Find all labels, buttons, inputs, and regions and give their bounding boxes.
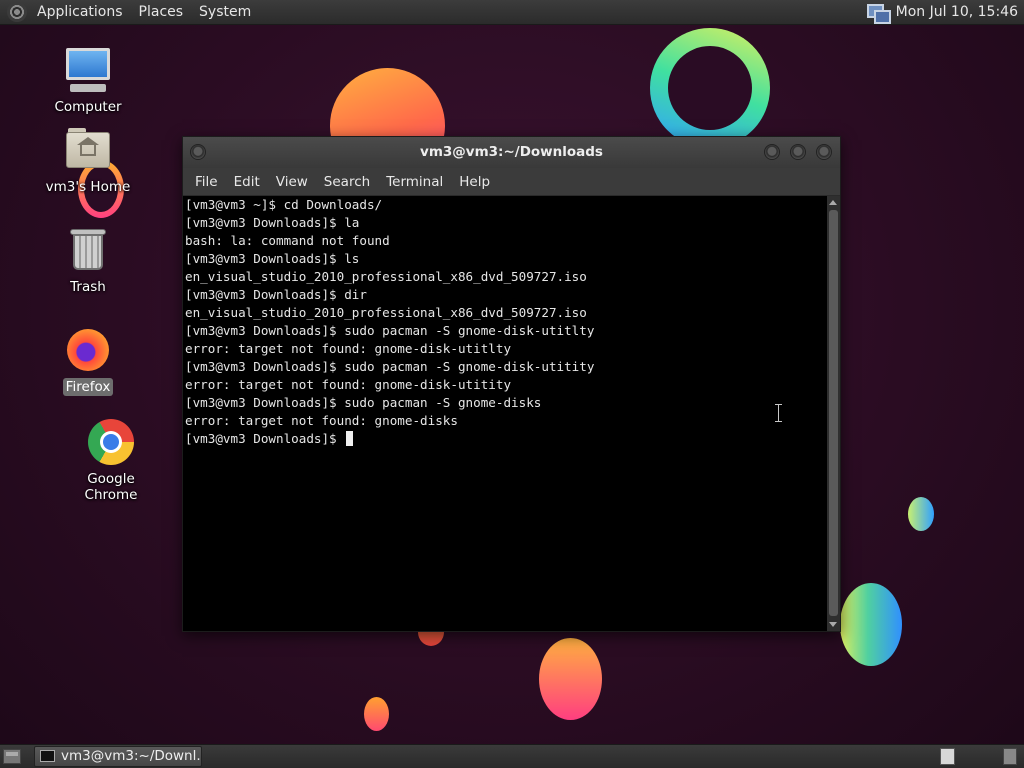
bottom-panel: vm3@vm3:~/Downl...	[0, 744, 1024, 768]
mouse-ibeam-cursor-icon	[775, 404, 782, 422]
desktop-icon-label: vm3's Home	[45, 179, 131, 195]
wallpaper-blob	[539, 638, 602, 720]
terminal-line: [vm3@vm3 Downloads]$ la	[185, 215, 360, 230]
terminal-prompt-line[interactable]: [vm3@vm3 Downloads]$	[183, 430, 827, 448]
desktop-icon-home[interactable]: vm3's Home	[33, 126, 143, 196]
scroll-down-arrow-icon[interactable]	[828, 619, 839, 630]
system-menu[interactable]: System	[191, 0, 259, 25]
terminal-menubar: File Edit View Search Terminal Help	[183, 168, 840, 196]
window-title: vm3@vm3:~/Downloads	[420, 144, 603, 160]
trash-icon	[64, 226, 112, 274]
desktop-icon-computer[interactable]: Computer	[33, 46, 143, 116]
scroll-up-arrow-icon[interactable]	[828, 197, 839, 208]
maximize-button[interactable]	[790, 144, 806, 160]
taskbar-button-terminal[interactable]: vm3@vm3:~/Downl...	[34, 746, 202, 767]
terminal-line: error: target not found: gnome-disk-utit…	[185, 341, 512, 356]
desktop-icon-firefox[interactable]: Firefox	[33, 326, 143, 396]
desktop-icon-label: Trash	[70, 279, 106, 295]
window-titlebar[interactable]: vm3@vm3:~/Downloads	[183, 137, 840, 168]
menu-terminal[interactable]: Terminal	[378, 168, 451, 196]
terminal-line: [vm3@vm3 Downloads]$ ls	[185, 251, 360, 266]
desktop-icon-label: Google Chrome	[84, 471, 138, 503]
wallpaper-blob	[908, 497, 934, 531]
terminal-scrollbar[interactable]	[827, 196, 840, 631]
terminal-line: bash: la: command not found	[185, 233, 390, 248]
panel-tray: Mon Jul 10, 15:46	[866, 3, 1024, 24]
desktop-icon-trash[interactable]: Trash	[33, 226, 143, 296]
window-menu-button[interactable]	[190, 144, 206, 160]
terminal-line: en_visual_studio_2010_professional_x86_d…	[185, 269, 587, 284]
wallpaper-blob	[364, 697, 389, 731]
panel-trash-icon[interactable]	[1003, 748, 1017, 765]
terminal-line: [vm3@vm3 Downloads]$ sudo pacman -S gnom…	[185, 359, 595, 374]
terminal-line: [vm3@vm3 Downloads]$ sudo pacman -S gnom…	[185, 395, 542, 410]
wallpaper-ring	[650, 28, 770, 148]
menu-help[interactable]: Help	[451, 168, 498, 196]
network-status-icon[interactable]	[866, 3, 891, 24]
chrome-icon	[87, 418, 135, 466]
menu-view[interactable]: View	[268, 168, 316, 196]
terminal-line: error: target not found: gnome-disk-utit…	[185, 377, 512, 392]
places-menu[interactable]: Places	[131, 0, 192, 25]
top-panel: Applications Places System Mon Jul 10, 1…	[0, 0, 1024, 25]
terminal-line: [vm3@vm3 ~]$ cd Downloads/	[185, 197, 383, 212]
terminal-line: error: target not found: gnome-disks	[185, 413, 458, 428]
taskbar-label: vm3@vm3:~/Downl...	[61, 748, 202, 764]
terminal-prompt: [vm3@vm3 Downloads]$	[185, 431, 345, 446]
desktop-icon-label: Firefox	[62, 378, 114, 396]
terminal-window[interactable]: vm3@vm3:~/Downloads File Edit View Searc…	[182, 136, 841, 632]
desktop-icon-chrome[interactable]: Google Chrome	[56, 418, 166, 504]
distro-logo-icon[interactable]	[7, 2, 27, 22]
terminal-output[interactable]: [vm3@vm3 ~]$ cd Downloads/ [vm3@vm3 Down…	[183, 196, 827, 631]
applications-menu[interactable]: Applications	[29, 0, 131, 25]
show-desktop-icon[interactable]	[3, 749, 21, 764]
home-folder-icon	[64, 126, 112, 174]
clock[interactable]: Mon Jul 10, 15:46	[896, 4, 1024, 20]
workspace-switcher[interactable]	[940, 748, 955, 765]
close-button[interactable]	[816, 144, 832, 160]
terminal-icon	[40, 750, 55, 762]
terminal-line: [vm3@vm3 Downloads]$ dir	[185, 287, 367, 302]
menu-file[interactable]: File	[187, 168, 226, 196]
menu-search[interactable]: Search	[316, 168, 378, 196]
desktop-icon-label: Computer	[54, 99, 122, 115]
minimize-button[interactable]	[764, 144, 780, 160]
menu-edit[interactable]: Edit	[226, 168, 268, 196]
wallpaper-blob	[840, 583, 902, 666]
terminal-line: en_visual_studio_2010_professional_x86_d…	[185, 305, 587, 320]
text-cursor	[346, 431, 354, 446]
scroll-thumb[interactable]	[829, 210, 838, 616]
firefox-icon	[64, 326, 112, 374]
computer-icon	[64, 46, 112, 94]
terminal-line: [vm3@vm3 Downloads]$ sudo pacman -S gnom…	[185, 323, 595, 338]
